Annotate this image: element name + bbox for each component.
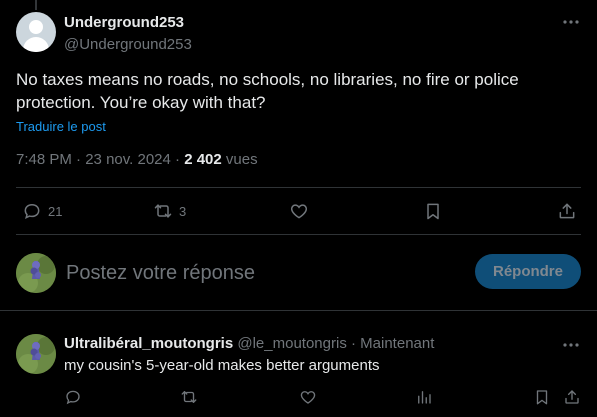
reply-icon bbox=[24, 203, 40, 220]
bookmark-icon bbox=[427, 203, 439, 220]
heart-icon bbox=[290, 204, 308, 219]
reply-composer: Postez votre réponse Répondre bbox=[0, 235, 597, 310]
default-avatar-body bbox=[23, 37, 49, 52]
views-icon[interactable] bbox=[415, 388, 433, 411]
more-options-icon[interactable] bbox=[561, 12, 581, 32]
avatar[interactable] bbox=[16, 12, 56, 52]
meta-separator: · bbox=[170, 151, 185, 168]
tweet-meta: 7:48 PM · 23 nov. 2024 · 2 402 vues bbox=[16, 151, 258, 168]
reply-count: 21 bbox=[48, 203, 63, 219]
repost-icon[interactable] bbox=[180, 388, 198, 411]
reply-actions bbox=[0, 386, 597, 410]
meta-separator: · bbox=[71, 151, 86, 168]
display-name[interactable]: Underground253 bbox=[64, 14, 184, 31]
thread-connector-line bbox=[35, 0, 37, 10]
reply-button[interactable]: 21 bbox=[22, 201, 62, 221]
tweet-date[interactable]: 23 nov. 2024 bbox=[85, 151, 171, 168]
meta-separator: · bbox=[346, 335, 361, 352]
default-avatar-head bbox=[29, 20, 43, 34]
reply-icon[interactable] bbox=[64, 388, 82, 411]
reply-text: my cousin's 5-year-old makes better argu… bbox=[64, 357, 380, 374]
display-name[interactable]: Ultralibéral_moutongris bbox=[64, 335, 233, 352]
more-options-icon[interactable] bbox=[561, 335, 581, 355]
repost-count: 3 bbox=[179, 203, 187, 219]
translate-link[interactable]: Traduire le post bbox=[16, 119, 106, 134]
divider bbox=[0, 310, 597, 311]
reply-tweet[interactable]: Ultralibéral_moutongris @le_moutongris ·… bbox=[0, 322, 597, 417]
reply-header: Ultralibéral_moutongris @le_moutongris ·… bbox=[64, 335, 434, 352]
tweet-text: No taxes means no roads, no schools, no … bbox=[16, 70, 519, 112]
repost-button[interactable]: 3 bbox=[153, 201, 186, 221]
avatar[interactable] bbox=[16, 334, 56, 374]
tweet-header: Underground253 @Underground253 bbox=[16, 12, 192, 53]
author-names: Underground253 @Underground253 bbox=[64, 14, 192, 53]
user-handle[interactable]: @le_moutongris bbox=[237, 335, 346, 352]
reply-input[interactable]: Postez votre réponse bbox=[66, 262, 255, 285]
bookmark-icon[interactable] bbox=[533, 388, 551, 411]
views-label: vues bbox=[221, 151, 258, 168]
reply-time[interactable]: Maintenant bbox=[360, 335, 434, 352]
share-button[interactable] bbox=[557, 201, 577, 221]
share-icon[interactable] bbox=[563, 388, 581, 411]
like-button[interactable] bbox=[289, 201, 309, 221]
avatar[interactable] bbox=[16, 253, 56, 293]
user-handle[interactable]: @Underground253 bbox=[64, 36, 192, 53]
heart-icon[interactable] bbox=[299, 388, 317, 411]
views-count: 2 402 bbox=[184, 151, 222, 168]
tweet-actions: 21 3 bbox=[0, 188, 597, 234]
reply-submit-button[interactable]: Répondre bbox=[475, 254, 581, 289]
repost-icon bbox=[154, 204, 172, 218]
share-icon bbox=[559, 203, 575, 219]
bookmark-button[interactable] bbox=[423, 201, 443, 221]
tweet-time[interactable]: 7:48 PM bbox=[16, 151, 72, 168]
